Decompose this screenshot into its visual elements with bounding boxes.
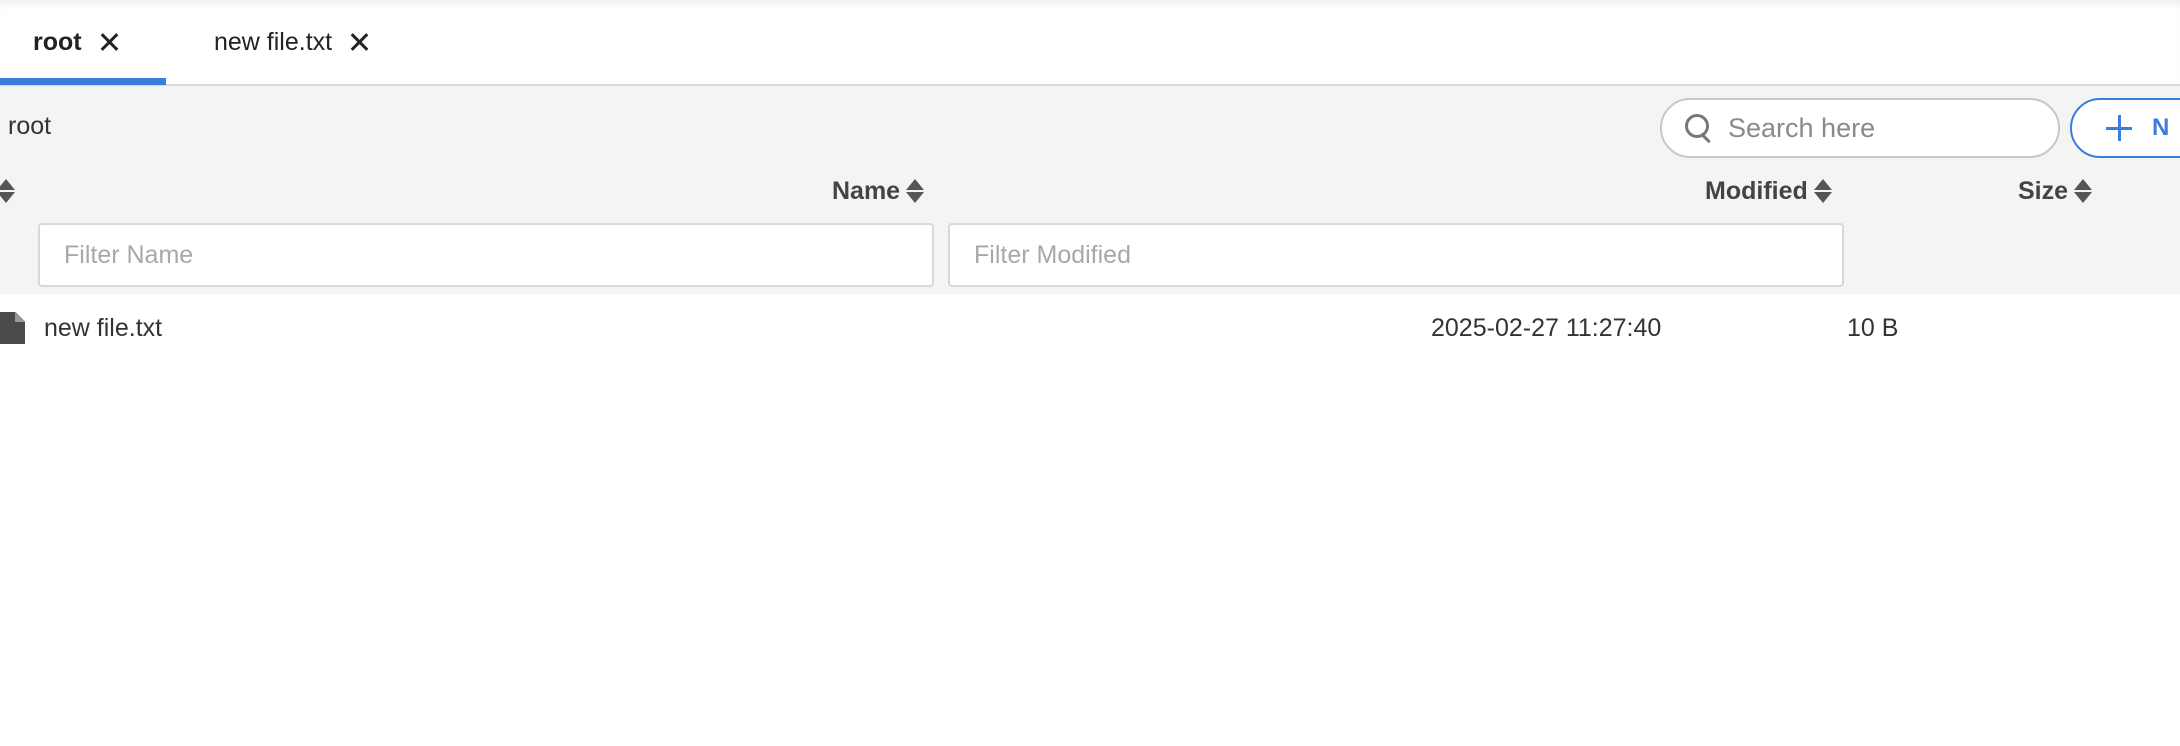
breadcrumb[interactable]: root bbox=[8, 112, 51, 141]
column-header-modified[interactable]: Modified bbox=[1705, 176, 1832, 206]
filter-name-input[interactable] bbox=[38, 223, 934, 287]
tab-bar: root new file.txt bbox=[0, 0, 2180, 86]
file-icon bbox=[0, 312, 25, 344]
column-header-name[interactable]: Name bbox=[832, 176, 925, 206]
active-tab-indicator bbox=[0, 78, 166, 85]
file-name: new file.txt bbox=[44, 314, 163, 342]
file-manager-app: root new file.txt root N Name Modified bbox=[0, 0, 2180, 746]
sort-icon bbox=[0, 178, 15, 204]
column-label: Size bbox=[2018, 176, 2069, 205]
plus-icon bbox=[2106, 115, 2132, 141]
tab-root[interactable]: root bbox=[0, 0, 166, 84]
column-label: Name bbox=[832, 176, 901, 205]
search-input[interactable] bbox=[1728, 112, 2058, 144]
close-icon[interactable] bbox=[348, 31, 370, 53]
search-icon bbox=[1684, 113, 1714, 143]
file-size: 10 B bbox=[1847, 314, 1899, 342]
new-button-label: N bbox=[2152, 114, 2170, 141]
tab-label: new file.txt bbox=[214, 27, 333, 56]
file-modified: 2025-02-27 11:27:40 bbox=[1431, 314, 1662, 342]
sort-icon bbox=[906, 178, 925, 204]
column-header-select[interactable] bbox=[0, 176, 15, 206]
list-header: root N Name Modified Size bbox=[0, 86, 2180, 294]
sort-icon bbox=[1813, 178, 1832, 204]
filter-modified-input[interactable] bbox=[948, 223, 1844, 287]
table-row[interactable]: new file.txt 2025-02-27 11:27:40 10 B bbox=[0, 304, 2180, 352]
sort-icon bbox=[2074, 178, 2093, 204]
new-button[interactable]: N bbox=[2070, 98, 2180, 158]
close-icon[interactable] bbox=[98, 31, 120, 53]
tab-new-file[interactable]: new file.txt bbox=[190, 0, 400, 84]
column-header-size[interactable]: Size bbox=[2018, 176, 2093, 206]
tab-label: root bbox=[33, 27, 82, 56]
column-label: Modified bbox=[1705, 176, 1808, 205]
search-box[interactable] bbox=[1660, 98, 2060, 158]
